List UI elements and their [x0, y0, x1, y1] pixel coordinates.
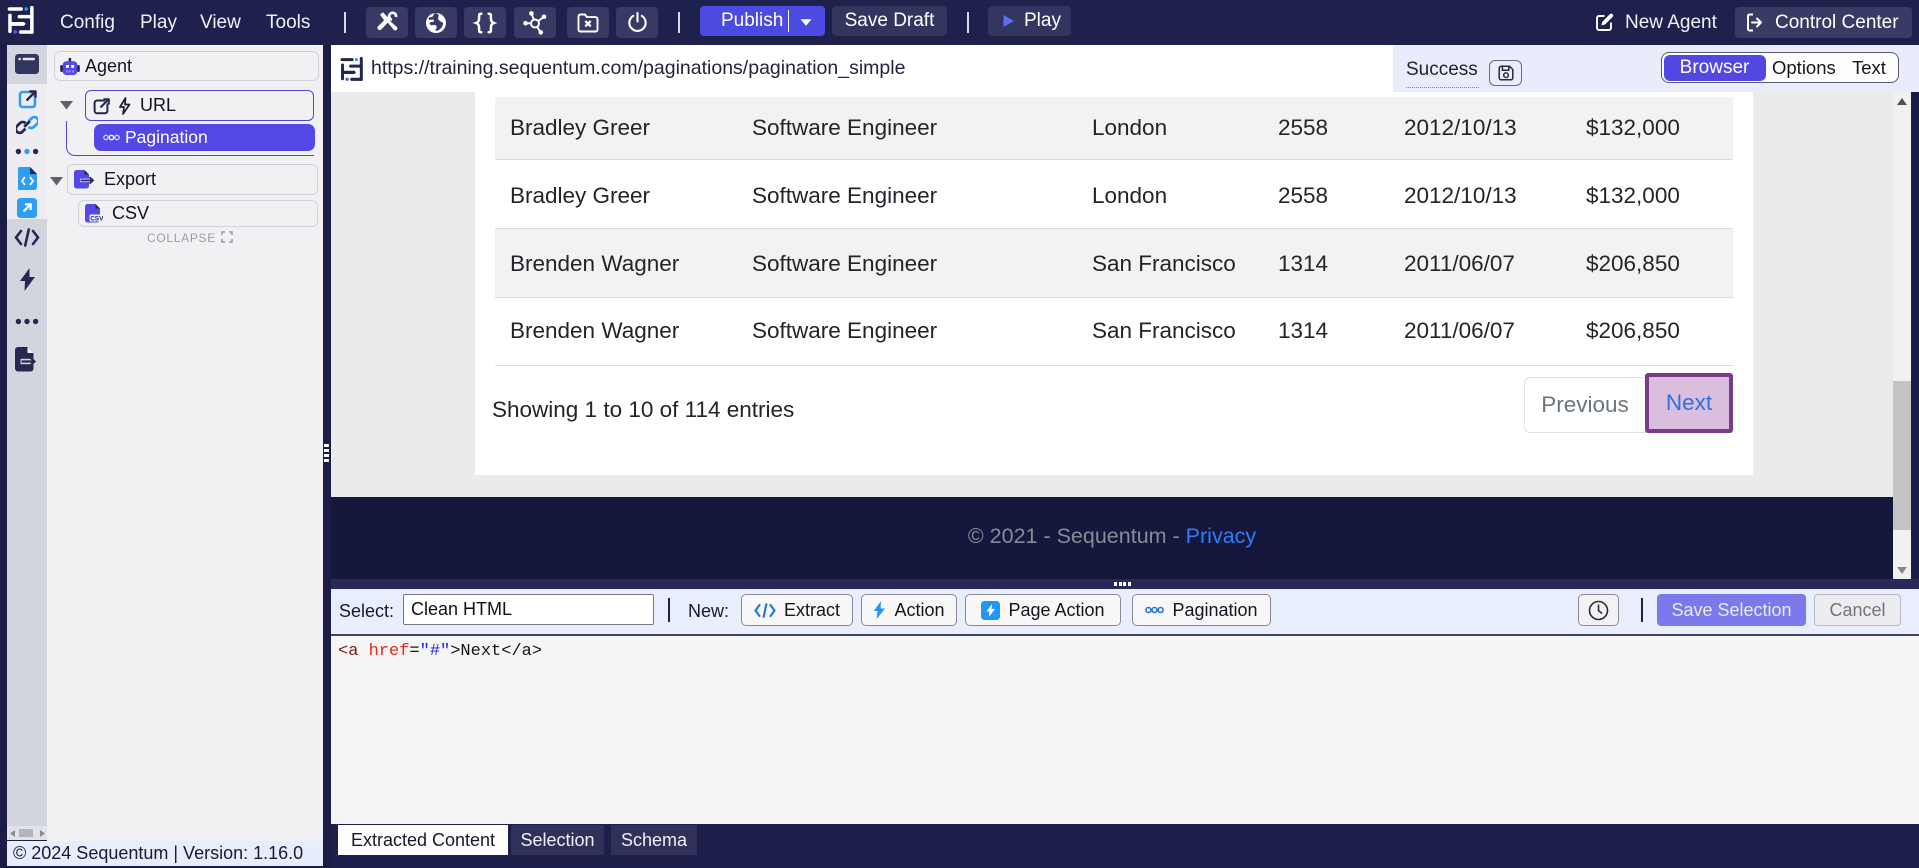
- svg-text:CSV: CSV: [90, 215, 103, 222]
